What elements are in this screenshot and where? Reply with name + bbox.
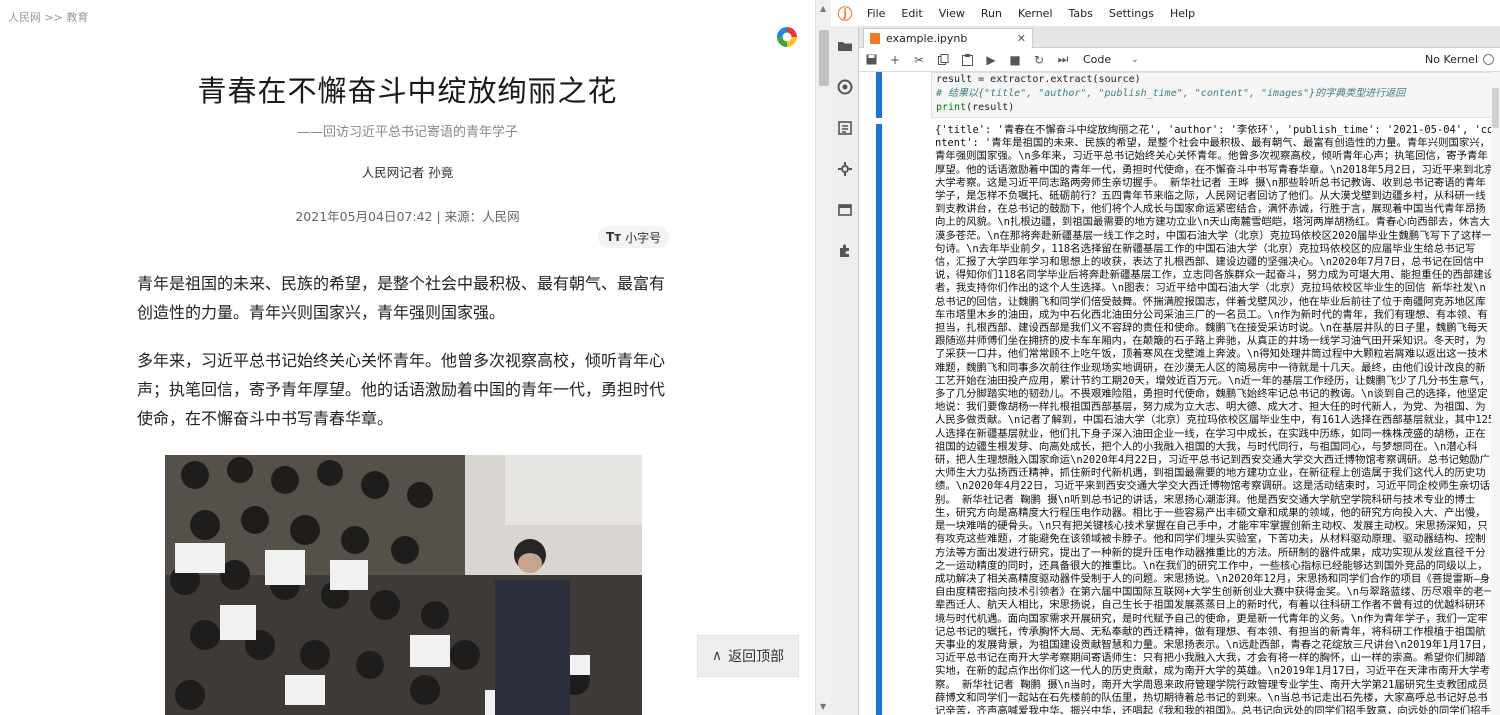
article-paragraph-2: 多年来，习近平总书记始终关心关怀青年。他曾多次视察高校，倾听青年心声；执笔回信，… (137, 351, 666, 428)
stop-icon[interactable]: ■ (1003, 49, 1027, 71)
menu-run[interactable]: Run (973, 7, 1010, 20)
jupyter-logo-icon: ⓙ (837, 4, 853, 23)
notebook-scrollbar[interactable] (1491, 72, 1500, 715)
tabs-icon[interactable] (837, 202, 853, 218)
menu-help[interactable]: Help (1162, 7, 1203, 20)
cell-selection-bar[interactable] (876, 72, 882, 118)
print-keyword: print (936, 102, 967, 113)
screen: 人民网 >> 教育 青春在不懈奋斗中绽放绚丽之花 ——回访习近平总书记寄语的青年… (0, 0, 1500, 715)
article-author: 人民网记者 孙竟 (361, 165, 454, 180)
menu-settings[interactable]: Settings (1101, 7, 1162, 20)
add-cell-icon[interactable]: + (883, 49, 907, 71)
scrollbar-thumb[interactable] (819, 30, 829, 86)
extension-icon[interactable] (837, 243, 853, 259)
article-paragraph-1: 青年是祖国的未来、民族的希望，是整个社会中最积极、最有朝气、最富有创造性的力量。… (137, 274, 666, 322)
close-icon[interactable]: ✕ (1017, 32, 1026, 45)
chevron-up-icon: ∧ (711, 648, 723, 664)
scroll-up-icon[interactable]: ▲ (820, 4, 826, 13)
scroll-down-icon[interactable]: ▼ (820, 702, 826, 711)
restart-icon[interactable]: ↻ (1027, 49, 1051, 71)
cell-type-select[interactable]: Code ⌄ (1083, 53, 1147, 66)
left-sidebar (831, 26, 859, 715)
font-size-label: 小字号 (625, 230, 662, 245)
page-scrollbar[interactable]: ▲ ▼ (815, 0, 831, 715)
kernel-status-icon (1483, 54, 1494, 65)
run-icon[interactable]: ▶ (979, 49, 1003, 71)
tab-example-notebook[interactable]: example.ipynb ✕ (863, 28, 1033, 48)
fast-forward-icon[interactable]: ⏭ (1051, 49, 1075, 71)
site-logo-icon (777, 27, 797, 47)
cell-output: {'title': '青春在不懈奋斗中绽放绚丽之花', 'author': '李… (935, 124, 1495, 714)
article-subtitle: ——回访习近平总书记寄语的青年学子 (296, 125, 518, 140)
article-title: 青春在不懈奋斗中绽放绚丽之花 (197, 74, 618, 108)
save-icon[interactable] (859, 49, 883, 71)
code-line-1: result = extractor.extract(source) (936, 74, 1141, 85)
back-to-top-button[interactable]: ∧ 返回顶部 (697, 635, 799, 677)
back-to-top-label: 返回顶部 (728, 649, 785, 665)
font-size-button[interactable]: Tт 小字号 (598, 226, 670, 248)
commands-icon[interactable] (837, 120, 853, 136)
notebook-content: result = extractor.extract(source) # 结果以… (859, 72, 1500, 715)
copy-icon[interactable] (931, 49, 955, 71)
code-line-2: # 结果以{"title", "author", "publish_time",… (936, 88, 1406, 99)
menu-bar: ⓙ File Edit View Run Kernel Tabs Setting… (831, 0, 1500, 26)
print-args: (result) (966, 102, 1015, 113)
article-page: 人民网 >> 教育 青春在不懈奋斗中绽放绚丽之花 ——回访习近平总书记寄语的青年… (0, 0, 815, 715)
article-meta: 2021年05月04日07:42 | 来源：人民网 (295, 209, 520, 224)
code-cell-editor[interactable]: result = extractor.extract(source) # 结果以… (931, 72, 1493, 118)
paste-icon[interactable] (955, 49, 979, 71)
tab-bar: example.ipynb ✕ (859, 26, 1500, 48)
menu-tabs[interactable]: Tabs (1061, 7, 1101, 20)
code-line-3: print(result) (932, 101, 1492, 115)
menu-kernel[interactable]: Kernel (1010, 7, 1061, 20)
jupyterlab-window: ⓙ File Edit View Run Kernel Tabs Setting… (831, 0, 1500, 715)
property-inspector-icon[interactable] (837, 161, 853, 177)
running-icon[interactable] (837, 79, 853, 95)
notebook-toolbar: + ✂ ▶ ■ ↻ ⏭ Code ⌄ No Kernel (859, 48, 1500, 72)
menu-view[interactable]: View (931, 7, 973, 20)
menu-edit[interactable]: Edit (893, 7, 930, 20)
cut-icon[interactable]: ✂ (907, 49, 931, 71)
cell-type-label: Code (1083, 53, 1112, 66)
menu-file[interactable]: File (859, 7, 893, 20)
breadcrumb[interactable]: 人民网 >> 教育 (8, 9, 88, 25)
notebook-icon (870, 33, 880, 44)
text-size-icon: Tт (606, 230, 622, 244)
tab-title: example.ipynb (886, 32, 968, 45)
article-photo (165, 455, 642, 715)
folder-icon[interactable] (837, 38, 853, 54)
chevron-down-icon: ⌄ (1131, 54, 1139, 65)
output-selection-bar[interactable] (876, 124, 882, 715)
kernel-name[interactable]: No Kernel (1425, 53, 1478, 66)
notebook-scrollbar-thumb[interactable] (1492, 88, 1499, 128)
